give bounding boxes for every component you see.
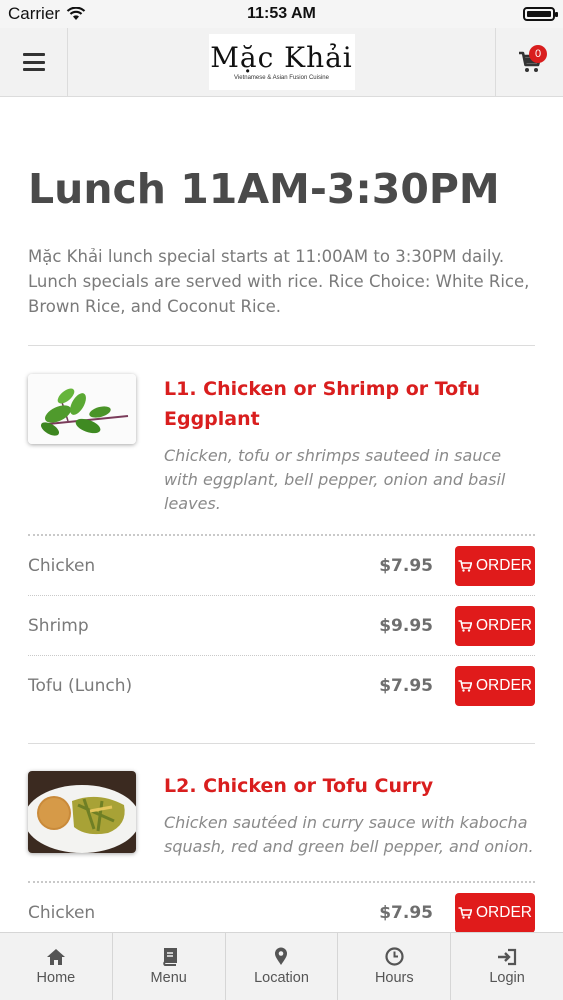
bottom-tab-bar: Home Menu Location Hours Login xyxy=(0,932,563,1000)
item-title[interactable]: L2. Chicken or Tofu Curry xyxy=(164,771,535,801)
divider xyxy=(28,743,535,744)
order-button[interactable]: ORDER xyxy=(455,605,535,646)
item-image-curry[interactable] xyxy=(28,771,136,853)
intro-text: Mặc Khải lunch special starts at 11:00AM… xyxy=(28,247,530,316)
tab-hours[interactable]: Hours xyxy=(337,933,450,1000)
order-button[interactable]: ORDER xyxy=(455,665,535,706)
logo-name: Mặc Khải xyxy=(210,41,353,74)
option-name: Shrimp xyxy=(28,615,89,636)
item-description: Chicken sautéed in curry sauce with kabo… xyxy=(164,813,534,856)
cart-icon xyxy=(458,679,472,692)
item-description: Chicken, tofu or shrimps sauteed in sauc… xyxy=(164,446,506,513)
cart-button[interactable]: 0 xyxy=(495,28,563,96)
option-name: Tofu (Lunch) xyxy=(28,675,133,696)
option-price: $7.95 xyxy=(379,675,433,696)
clock-icon xyxy=(385,947,404,966)
status-bar: Carrier 11:53 AM xyxy=(0,0,563,28)
tab-label: Home xyxy=(36,969,76,986)
order-button[interactable]: ORDER xyxy=(455,545,535,586)
tab-login[interactable]: Login xyxy=(450,933,563,1000)
order-label: ORDER xyxy=(476,556,532,574)
login-icon xyxy=(498,948,517,965)
book-icon xyxy=(162,947,177,966)
app-header: Mặc Khải Vietnamese & Asian Fusion Cuisi… xyxy=(0,28,563,97)
price-row: Chicken $7.95 ORDER xyxy=(28,534,535,595)
option-price: $9.95 xyxy=(379,615,433,636)
wifi-icon xyxy=(66,7,86,20)
order-button[interactable]: ORDER xyxy=(455,892,535,933)
hamburger-icon xyxy=(22,53,45,71)
restaurant-logo[interactable]: Mặc Khải Vietnamese & Asian Fusion Cuisi… xyxy=(208,34,355,90)
map-pin-icon xyxy=(275,947,288,965)
cart-count-badge: 0 xyxy=(529,45,547,63)
menu-item: L2. Chicken or Tofu Curry Chicken sautée… xyxy=(28,771,535,859)
battery-icon xyxy=(523,7,558,21)
option-price: $7.95 xyxy=(379,555,433,576)
carrier-label: Carrier xyxy=(8,4,60,23)
menu-content: Lunch 11AM-3:30PM Mặc Khải lunch special… xyxy=(28,97,535,942)
option-price: $7.95 xyxy=(379,902,433,923)
menu-toggle-button[interactable] xyxy=(0,28,68,96)
item-title[interactable]: L1. Chicken or Shrimp or Tofu Eggplant xyxy=(164,374,535,434)
tab-label: Login xyxy=(489,969,525,986)
cart-icon xyxy=(458,619,472,632)
tab-label: Menu xyxy=(150,969,187,986)
option-name: Chicken xyxy=(28,555,96,576)
divider xyxy=(28,345,535,346)
tab-label: Location xyxy=(254,970,309,986)
order-label: ORDER xyxy=(476,903,532,921)
menu-item: L1. Chicken or Shrimp or Tofu Eggplant C… xyxy=(28,374,535,516)
tab-menu[interactable]: Menu xyxy=(111,933,225,1000)
home-icon xyxy=(46,948,65,965)
option-name: Chicken xyxy=(28,902,96,923)
cart-icon xyxy=(458,559,472,572)
cart-icon xyxy=(458,906,472,919)
price-row: Tofu (Lunch) $7.95 ORDER xyxy=(28,655,535,715)
page-title: Lunch 11AM-3:30PM xyxy=(28,165,500,213)
order-label: ORDER xyxy=(476,676,532,694)
tab-location[interactable]: Location xyxy=(224,933,338,1000)
logo-tagline: Vietnamese & Asian Fusion Cuisine xyxy=(234,75,329,81)
tab-label: Hours xyxy=(374,970,414,986)
price-row: Shrimp $9.95 ORDER xyxy=(28,595,535,655)
order-label: ORDER xyxy=(476,616,532,634)
item-image-basil-eggplant[interactable] xyxy=(28,374,136,444)
tab-home[interactable]: Home xyxy=(0,933,112,1000)
